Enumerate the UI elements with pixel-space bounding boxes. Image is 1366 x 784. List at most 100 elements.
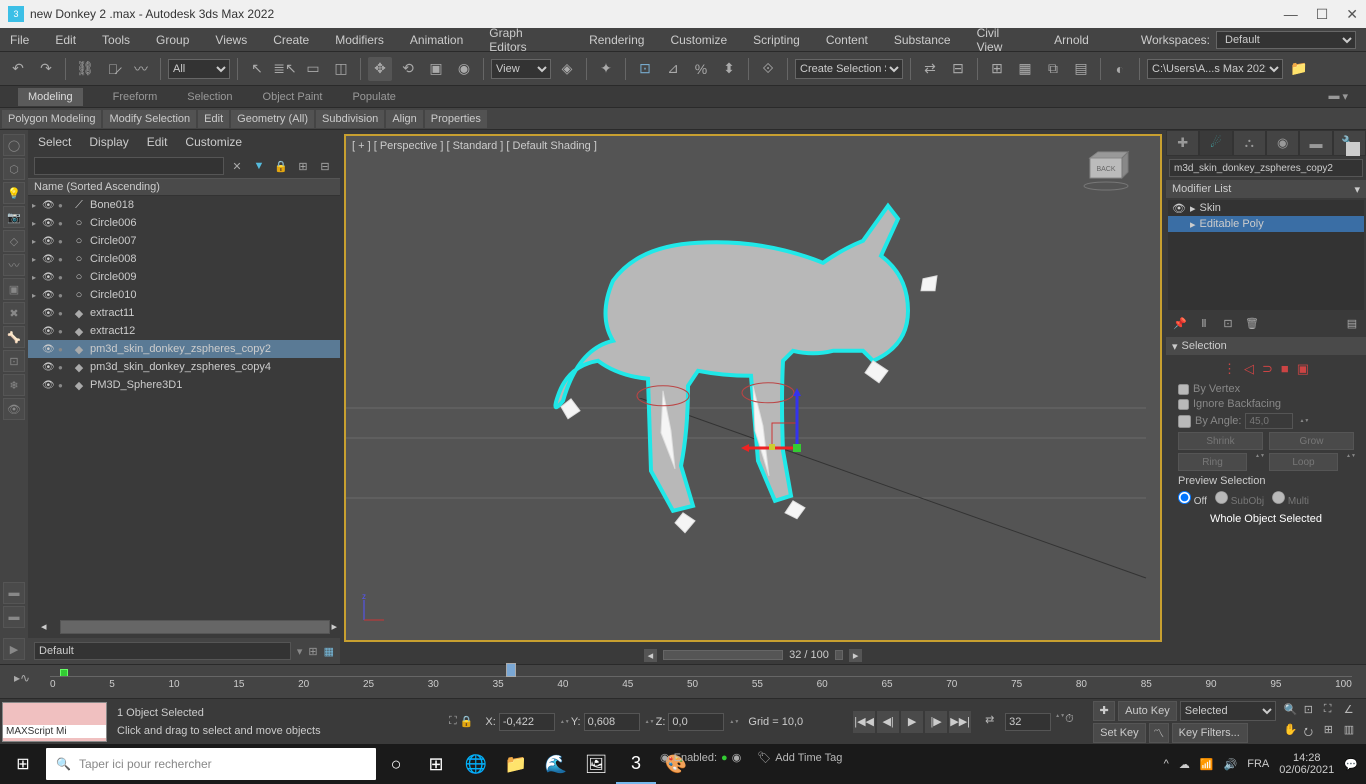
explorer-search[interactable] bbox=[34, 157, 224, 175]
menu-customize[interactable]: Customize bbox=[670, 33, 727, 47]
maxscript-input[interactable] bbox=[3, 725, 106, 738]
script-rec-icon[interactable]: ◉ bbox=[732, 751, 742, 764]
timeline[interactable]: ▸∿ 0510152025303540455055606570758085909… bbox=[0, 664, 1366, 698]
ring-button[interactable]: Ring bbox=[1178, 453, 1247, 471]
unlink-icon[interactable]: ⛓̷ bbox=[101, 57, 125, 81]
tray-wifi-icon[interactable]: 📶 bbox=[1200, 758, 1214, 771]
angle-field[interactable] bbox=[1245, 413, 1293, 429]
list-item[interactable]: ▸👁●Circle007 bbox=[28, 232, 340, 250]
grow-button[interactable]: Grow bbox=[1269, 432, 1354, 450]
filter-geometry-icon[interactable]: ◯ bbox=[3, 134, 25, 156]
menu-graph[interactable]: Graph Editors bbox=[489, 26, 563, 54]
tool-display-icon[interactable]: 👁 bbox=[3, 398, 25, 420]
loop-button[interactable]: Loop bbox=[1269, 453, 1338, 471]
ribbon-collapse-icon[interactable]: ▬ bbox=[1328, 90, 1339, 103]
list-item[interactable]: 👁●extract12 bbox=[28, 322, 340, 340]
preview-multi-radio[interactable] bbox=[1272, 491, 1285, 504]
menu-rendering[interactable]: Rendering bbox=[589, 33, 644, 47]
menu-substance[interactable]: Substance bbox=[894, 33, 951, 47]
tray-notifications-icon[interactable]: 💬 bbox=[1344, 758, 1358, 771]
mirror-icon[interactable]: ⇄ bbox=[918, 57, 942, 81]
filter-frozen-icon[interactable]: ❄ bbox=[3, 374, 25, 396]
menu-animation[interactable]: Animation bbox=[410, 33, 463, 47]
tab-create-icon[interactable]: ✚ bbox=[1166, 130, 1199, 156]
snap-toggle-icon[interactable]: ⊡ bbox=[633, 57, 657, 81]
list-item[interactable]: 👁●pm3d_skin_donkey_zspheres_copy2 bbox=[28, 340, 340, 358]
transform-gizmo[interactable] bbox=[737, 388, 857, 508]
orbit-icon[interactable]: ⭮ bbox=[1304, 723, 1322, 741]
tab-selection[interactable]: Selection bbox=[187, 91, 232, 103]
make-unique-icon[interactable]: ⊡ bbox=[1218, 314, 1238, 332]
list-item[interactable]: ▸👁●Circle008 bbox=[28, 250, 340, 268]
panel-subdivision[interactable]: Subdivision bbox=[316, 110, 384, 128]
ref-coord-select[interactable]: View bbox=[491, 59, 551, 79]
tab-hierarchy-icon[interactable]: ⛬ bbox=[1233, 130, 1266, 156]
keymode-select[interactable]: Selected bbox=[1180, 701, 1276, 721]
setkey-button[interactable]: Set Key bbox=[1093, 723, 1146, 743]
tab-motion-icon[interactable]: ◉ bbox=[1266, 130, 1299, 156]
taskbar-search[interactable]: 🔍 Taper ici pour rechercher bbox=[46, 748, 376, 780]
add-time-tag[interactable]: Add Time Tag bbox=[775, 752, 842, 764]
explorer-icon[interactable]: 📁 bbox=[496, 744, 536, 784]
bind-icon[interactable]: 〰 bbox=[129, 57, 153, 81]
exp-menu-select[interactable]: Select bbox=[38, 135, 71, 149]
goto-end-icon[interactable]: ▶▶| bbox=[949, 711, 971, 733]
rect-region-icon[interactable]: ▭ bbox=[301, 57, 325, 81]
zoom-ext-icon[interactable]: ⛶ bbox=[1324, 703, 1342, 721]
show-end-icon[interactable]: Ⅱ bbox=[1194, 314, 1214, 332]
maxscript-panel[interactable] bbox=[2, 702, 107, 742]
tab-modify-icon[interactable]: ☄ bbox=[1199, 130, 1232, 156]
photos-icon[interactable]: 🖼 bbox=[576, 744, 616, 784]
placement-icon[interactable]: ◉ bbox=[452, 57, 476, 81]
menu-create[interactable]: Create bbox=[273, 33, 309, 47]
z-field[interactable] bbox=[668, 713, 724, 731]
start-button[interactable]: ⊞ bbox=[0, 754, 46, 774]
tab-objectpaint[interactable]: Object Paint bbox=[263, 91, 323, 103]
minimize-icon[interactable]: — bbox=[1284, 6, 1298, 23]
list-item[interactable]: ▸👁●Circle006 bbox=[28, 214, 340, 232]
viewport-label[interactable]: [ + ] [ Perspective ] [ Standard ] [ Def… bbox=[352, 140, 597, 152]
menu-modifiers[interactable]: Modifiers bbox=[335, 33, 384, 47]
maximize-icon[interactable]: ☐ bbox=[1316, 6, 1329, 23]
panel-properties[interactable]: Properties bbox=[425, 110, 487, 128]
align-icon[interactable]: ⊟ bbox=[946, 57, 970, 81]
menu-edit[interactable]: Edit bbox=[55, 33, 76, 47]
tray-lang[interactable]: FRA bbox=[1247, 758, 1269, 770]
exp-menu-customize[interactable]: Customize bbox=[185, 135, 242, 149]
menu-file[interactable]: File bbox=[10, 33, 29, 47]
ignore-backfacing-check[interactable] bbox=[1178, 399, 1189, 410]
search-filter-icon[interactable]: ▼ bbox=[250, 157, 268, 175]
layer-tool1-icon[interactable]: ⊞ bbox=[308, 645, 317, 658]
key-tangent-icon[interactable]: 〽 bbox=[1149, 723, 1169, 743]
folder-icon[interactable]: 📁 bbox=[1287, 57, 1311, 81]
layer-tool2-icon[interactable]: ▦ bbox=[324, 645, 334, 658]
tab-modeling[interactable]: Modeling bbox=[18, 88, 83, 106]
curve-editor-icon[interactable]: ⧉ bbox=[1041, 57, 1065, 81]
ribbon-menu-icon[interactable]: ▾ bbox=[1342, 90, 1348, 103]
scale-icon[interactable]: ▣ bbox=[424, 57, 448, 81]
list-item[interactable]: 👁●PM3D_Sphere3D1 bbox=[28, 376, 340, 394]
tab-display-icon[interactable]: ▬ bbox=[1299, 130, 1332, 156]
rollout-selection[interactable]: ▾Selection bbox=[1166, 337, 1366, 355]
nav-icon[interactable]: ▥ bbox=[1344, 723, 1362, 741]
isolate-icon[interactable]: ⛶ bbox=[449, 715, 457, 728]
tool-list1-icon[interactable]: ▬ bbox=[3, 582, 25, 604]
viewport[interactable]: [ + ] [ Perspective ] [ Standard ] [ Def… bbox=[344, 134, 1162, 642]
panel-align[interactable]: Align bbox=[386, 110, 422, 128]
y-field[interactable] bbox=[584, 713, 640, 731]
menu-scripting[interactable]: Scripting bbox=[753, 33, 800, 47]
explorer-header[interactable]: Name (Sorted Ascending) bbox=[28, 178, 340, 196]
material-editor-icon[interactable]: ◐ bbox=[1108, 57, 1132, 81]
rotate-icon[interactable]: ⟲ bbox=[396, 57, 420, 81]
sel-element-icon[interactable]: ▣ bbox=[1297, 361, 1309, 377]
exp-menu-edit[interactable]: Edit bbox=[147, 135, 168, 149]
autokey-button[interactable]: Auto Key bbox=[1118, 701, 1177, 721]
addon-icon[interactable]: ◉ bbox=[660, 751, 670, 764]
layer-explorer-icon[interactable]: ▦ bbox=[1013, 57, 1037, 81]
search-clear-icon[interactable]: ✕ bbox=[228, 157, 246, 175]
tray-volume-icon[interactable]: 🔊 bbox=[1224, 758, 1238, 771]
menu-content[interactable]: Content bbox=[826, 33, 868, 47]
filter-xrefs-icon[interactable]: ✖ bbox=[3, 302, 25, 324]
sel-polygon-icon[interactable]: ■ bbox=[1281, 361, 1289, 377]
percent-snap-icon[interactable]: % bbox=[689, 57, 713, 81]
